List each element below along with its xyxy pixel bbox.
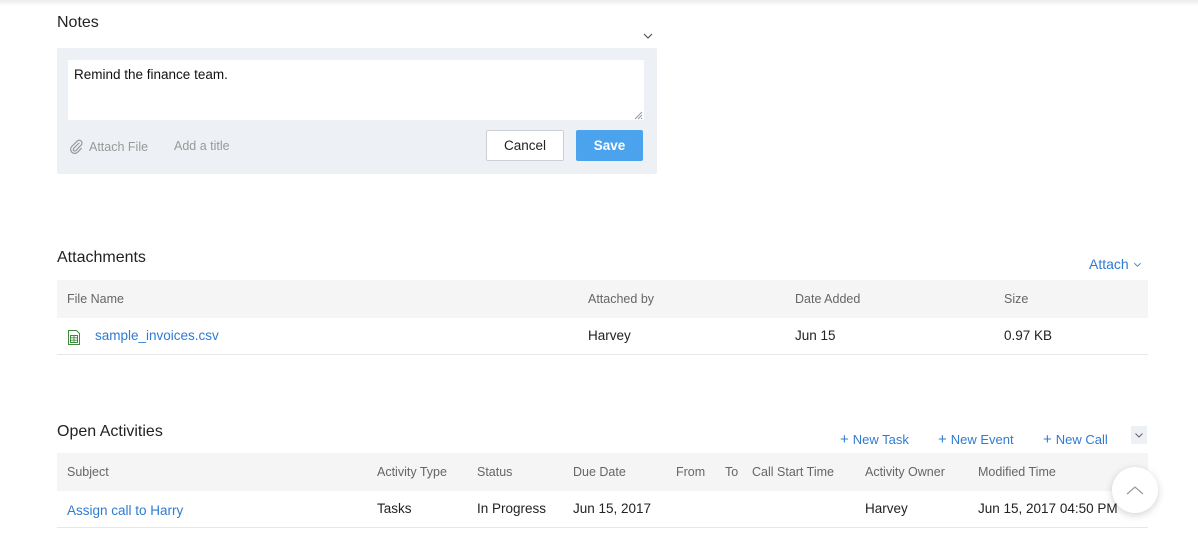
table-header: Subject Activity Type Status Due Date Fr…	[57, 453, 1148, 491]
date-added-cell: Jun 15	[795, 328, 836, 343]
modified-time-cell: Jun 15, 2017 04:50 PM	[978, 501, 1118, 516]
activity-owner-cell: Harvey	[865, 501, 908, 516]
save-button[interactable]: Save	[576, 130, 643, 161]
add-title-link[interactable]: Add a title	[174, 139, 230, 153]
activity-type-cell: Tasks	[377, 501, 412, 516]
table-row: Assign call to Harry Tasks In Progress J…	[57, 491, 1148, 528]
column-header-subject[interactable]: Subject	[67, 465, 109, 479]
subject-link[interactable]: Assign call to Harry	[67, 503, 183, 518]
open-activities-title: Open Activities	[57, 423, 163, 440]
attach-file-button[interactable]: Attach File	[69, 139, 148, 154]
status-cell: In Progress	[477, 501, 547, 516]
size-cell: 0.97 KB	[1004, 328, 1053, 343]
new-task-label: New Task	[852, 432, 909, 447]
attachments-title: Attachments	[57, 249, 146, 266]
new-task-button[interactable]: + New Task	[840, 431, 909, 448]
column-header-from[interactable]: From	[676, 465, 705, 479]
activities-collapse-toggle[interactable]	[1131, 426, 1147, 444]
note-textarea[interactable]	[68, 60, 644, 120]
new-event-label: New Event	[950, 432, 1014, 447]
note-editor: Attach File Add a title Cancel Save	[57, 48, 657, 174]
column-header-call-start-time[interactable]: Call Start Time	[752, 465, 834, 479]
due-date-cell: Jun 15, 2017	[573, 501, 652, 516]
new-call-label: New Call	[1055, 432, 1108, 447]
column-header-activity-type[interactable]: Activity Type	[377, 465, 447, 479]
paperclip-icon	[70, 139, 83, 154]
plus-icon: +	[938, 431, 947, 448]
table-header: File Name Attached by Date Added Size	[57, 280, 1148, 318]
column-header-status[interactable]: Status	[477, 465, 512, 479]
top-shadow	[0, 0, 1198, 6]
plus-icon: +	[840, 431, 849, 448]
column-header-size[interactable]: Size	[1004, 292, 1028, 306]
notes-title: Notes	[57, 14, 99, 31]
column-header-date-added[interactable]: Date Added	[795, 292, 860, 306]
column-header-file-name[interactable]: File Name	[67, 292, 124, 306]
table-row: sample_invoices.csv Harvey Jun 15 0.97 K…	[57, 318, 1148, 355]
notes-collapse-toggle[interactable]	[642, 30, 654, 42]
column-header-to[interactable]: To	[725, 465, 738, 479]
spreadsheet-file-icon	[68, 330, 80, 345]
attach-file-label: Attach File	[89, 139, 149, 154]
column-header-due-date[interactable]: Due Date	[573, 465, 626, 479]
chevron-down-icon	[1135, 433, 1143, 438]
attach-label: Attach	[1089, 256, 1129, 272]
file-name-link[interactable]: sample_invoices.csv	[95, 328, 219, 343]
scroll-to-top-button[interactable]	[1112, 467, 1158, 513]
new-call-button[interactable]: + New Call	[1043, 431, 1108, 448]
chevron-down-icon	[1133, 262, 1141, 267]
attached-by-cell: Harvey	[588, 328, 631, 343]
column-header-attached-by[interactable]: Attached by	[588, 292, 654, 306]
new-event-button[interactable]: + New Event	[938, 431, 1014, 448]
attachments-table: File Name Attached by Date Added Size sa…	[57, 280, 1148, 355]
open-activities-table: Subject Activity Type Status Due Date Fr…	[57, 453, 1148, 528]
cancel-button[interactable]: Cancel	[486, 130, 564, 161]
column-header-modified-time[interactable]: Modified Time	[978, 465, 1056, 479]
chevron-up-icon	[1126, 486, 1144, 495]
column-header-activity-owner[interactable]: Activity Owner	[865, 465, 945, 479]
attach-dropdown-button[interactable]: Attach	[1089, 256, 1142, 272]
plus-icon: +	[1043, 431, 1052, 448]
chevron-down-icon	[643, 33, 653, 39]
